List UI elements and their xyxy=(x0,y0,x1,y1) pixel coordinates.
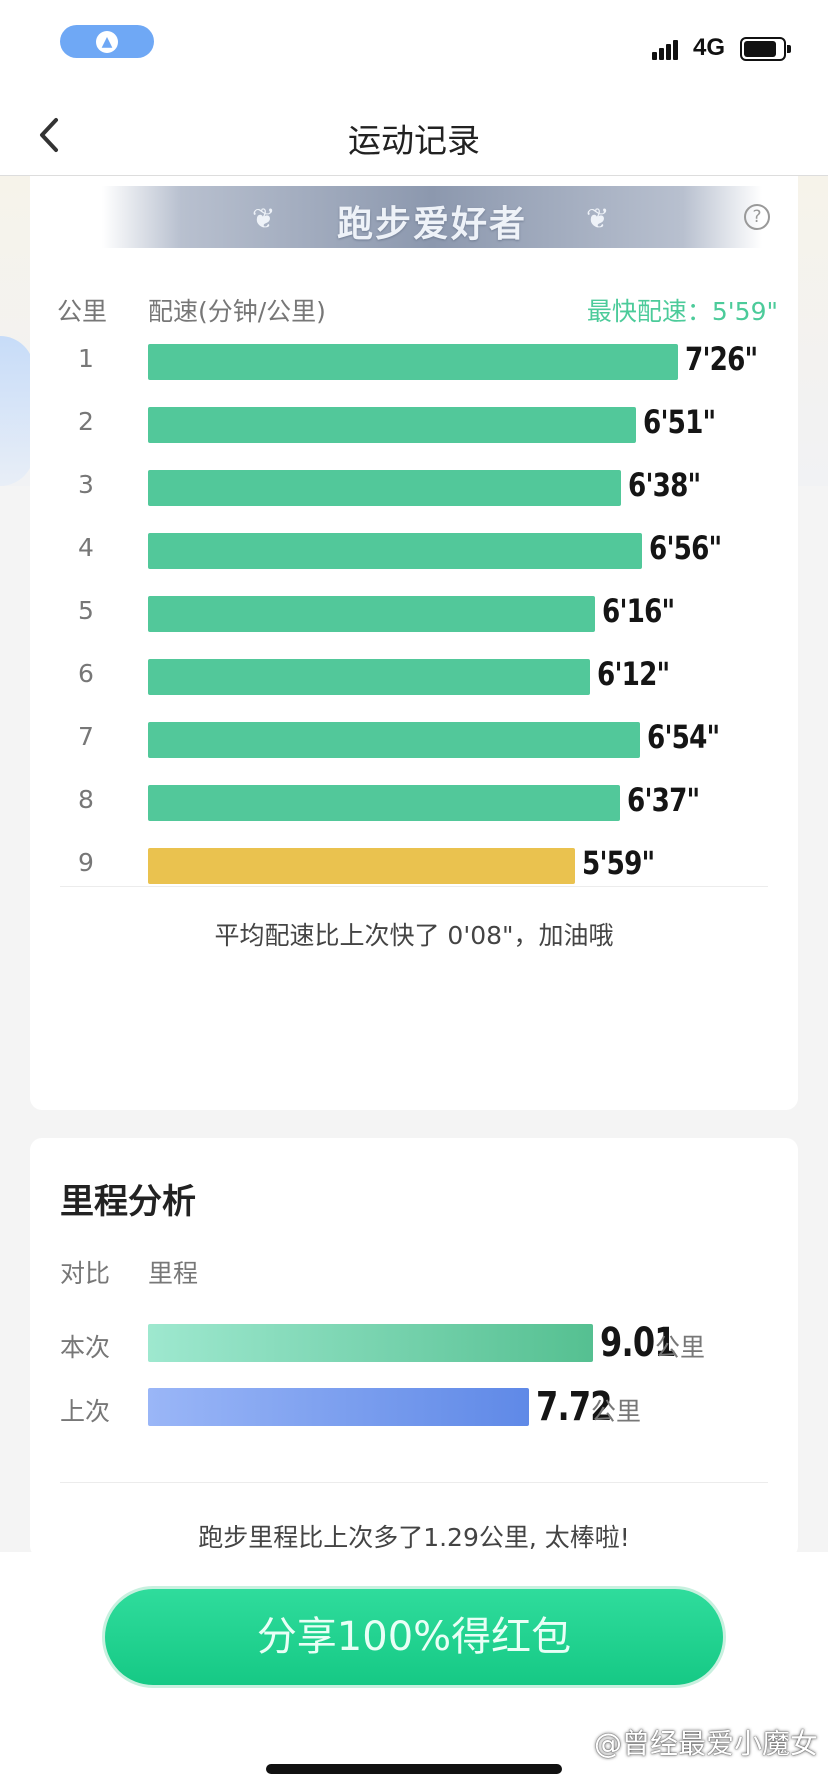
pace-bar xyxy=(148,596,595,632)
previous-distance-bar xyxy=(148,1388,529,1426)
runner-badge: ❦ 跑步爱好者 ❦ xyxy=(102,186,762,248)
pace-value: 5'59" xyxy=(582,844,655,882)
km-index: 8 xyxy=(78,785,94,814)
km-index: 6 xyxy=(78,659,94,688)
pace-value: 6'38" xyxy=(628,466,701,504)
pace-row: 1 7'26" xyxy=(30,322,798,394)
pace-bar xyxy=(148,785,620,821)
network-type: 4G xyxy=(693,34,726,61)
pace-bar xyxy=(148,344,678,380)
pace-row: 3 6'38" xyxy=(30,448,798,520)
distance-row: 本次 9.01 公里 xyxy=(30,1320,798,1366)
share-button[interactable]: 分享100%得红包 xyxy=(102,1586,726,1688)
pace-value: 6'12" xyxy=(597,655,670,693)
pace-row: 7 6'54" xyxy=(30,700,798,772)
status-bar: ▲ 4G xyxy=(0,0,828,96)
current-distance-bar xyxy=(148,1324,593,1362)
pace-summary: 平均配速比上次快了 0'08"，加油哦 xyxy=(214,921,614,950)
pace-value: 6'56" xyxy=(649,529,722,567)
badge-text: 跑步爱好者 xyxy=(336,204,527,245)
km-index: 5 xyxy=(78,596,94,625)
distance-row-label: 本次 xyxy=(60,1333,111,1362)
wheat-right-icon: ❦ xyxy=(586,202,610,235)
pace-row: 8 6'37" xyxy=(30,763,798,835)
page-title: 运动记录 xyxy=(348,121,480,160)
pace-row: 9 5'59" xyxy=(30,826,798,898)
navigation-pill[interactable]: ▲ xyxy=(60,25,154,58)
distance-title: 里程分析 xyxy=(60,1182,196,1222)
pace-card: ❦ 跑步爱好者 ❦ ? 公里 配速(分钟/公里) 最快配速：5'59" 1 7'2… xyxy=(30,176,798,1110)
divider xyxy=(60,1482,768,1483)
distance-card: 里程分析 对比 里程 本次 9.01 公里 上次 7.72 公里 跑步里程比上次多了1.2… xyxy=(30,1138,798,1558)
distance-summary: 跑步里程比上次多了1.29公里, 太棒啦! xyxy=(198,1523,630,1552)
battery-icon xyxy=(740,37,791,61)
pace-value: 6'51" xyxy=(643,403,716,441)
distance-unit: 公里 xyxy=(655,1333,706,1362)
signal-strength-icon xyxy=(652,38,686,60)
pace-row: 5 6'16" xyxy=(30,574,798,646)
pace-row: 6 6'12" xyxy=(30,637,798,709)
km-index: 9 xyxy=(78,848,94,877)
divider xyxy=(60,886,768,887)
watermark: @曾经最爱小魔女 xyxy=(593,1727,818,1760)
help-icon[interactable]: ? xyxy=(744,204,770,230)
compare-column-header: 对比 xyxy=(60,1259,111,1288)
pace-bar xyxy=(148,659,590,695)
pace-value: 7'26" xyxy=(685,340,758,378)
home-indicator[interactable] xyxy=(266,1764,562,1774)
pace-bar xyxy=(148,722,640,758)
pace-row: 4 6'56" xyxy=(30,511,798,583)
km-index: 1 xyxy=(78,344,94,373)
km-index: 4 xyxy=(78,533,94,562)
pace-bar-best xyxy=(148,848,575,884)
distance-row-label: 上次 xyxy=(60,1397,111,1426)
km-index: 2 xyxy=(78,407,94,436)
map-edge-decoration xyxy=(0,336,34,486)
bottom-area: 分享100%得红包 @曾经最爱小魔女 xyxy=(0,1552,828,1792)
pace-value: 6'37" xyxy=(627,781,700,819)
pace-value: 6'16" xyxy=(602,592,675,630)
title-bar: 运动记录 xyxy=(0,96,828,176)
km-index: 7 xyxy=(78,722,94,751)
pace-bar xyxy=(148,407,636,443)
location-arrow-icon: ▲ xyxy=(96,31,118,53)
pace-row: 2 6'51" xyxy=(30,385,798,457)
wheat-left-icon: ❦ xyxy=(252,202,276,235)
km-index: 3 xyxy=(78,470,94,499)
distance-row: 上次 7.72 公里 xyxy=(30,1384,798,1430)
pace-value: 6'54" xyxy=(647,718,720,756)
distance-column-header: 里程 xyxy=(148,1259,199,1288)
pace-bar xyxy=(148,470,621,506)
pace-bar xyxy=(148,533,642,569)
distance-unit: 公里 xyxy=(591,1397,642,1426)
